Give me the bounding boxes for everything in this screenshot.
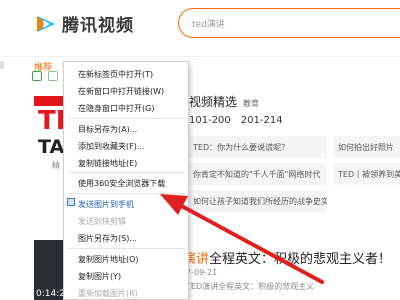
site-logo[interactable]: 腾讯视频 [34, 11, 134, 36]
menu-item-save-target[interactable]: 目标另存为(A)... [78, 124, 137, 135]
thumb-text: TE [38, 106, 64, 136]
menu-item-reload-image: 重新加载图片(R) [78, 289, 138, 298]
menu-item-copy-image[interactable]: 复制图片(Y) [78, 271, 121, 282]
thumb-caption: 精 [52, 161, 60, 170]
menu-separator [68, 118, 185, 119]
menu-separator [68, 193, 185, 194]
menu-item-send-to-clip: 发送到快剪辑 [78, 217, 126, 226]
context-menu: 在新标签页中打开(T) 在新窗口中打开链接(W) 在隐身窗口中打开(G) 目标另… [63, 61, 189, 300]
image-icon [67, 198, 75, 206]
thumb-text-2: TA [38, 136, 64, 158]
section-tag: 教育 [243, 99, 260, 108]
save-icon[interactable] [32, 71, 42, 81]
menu-item-open-new-tab[interactable]: 在新标签页中打开(T) [78, 69, 153, 80]
play-logo-icon [37, 15, 55, 32]
list-item[interactable]: 你肯定不知道的"千人千面"网络时代 [189, 163, 327, 185]
menu-item-save-image[interactable]: 图片另存为(S)... [78, 233, 137, 244]
search-value: ted演讲 [192, 20, 225, 30]
menu-item-add-favorite[interactable]: 添加到收藏夹(F)... [78, 141, 144, 152]
video-date: 7-09-21 [186, 268, 218, 277]
list-item[interactable]: TED丨被领养到美 [334, 163, 400, 185]
video-duration: 0:14:2 [36, 289, 65, 299]
video-thumbnail[interactable]: TE TA 精 [34, 96, 64, 178]
logo-text: 腾讯视频 [62, 16, 134, 36]
menu-item-360-download[interactable]: 使用360安全浏览器下载 [78, 178, 165, 189]
expand-icon[interactable] [48, 71, 58, 81]
menu-separator [68, 248, 185, 249]
menu-item-open-new-window[interactable]: 在新窗口中打开链接(W) [78, 86, 164, 97]
list-item[interactable]: 如何拍出好照片 [334, 136, 400, 158]
menu-item-open-incognito[interactable]: 在隐身窗口中打开(G) [78, 103, 154, 114]
menu-item-copy-image-address[interactable]: 复制图片地址(O) [78, 254, 139, 265]
divider [0, 56, 400, 57]
toolbar [32, 71, 58, 81]
menu-item-send-image-to-phone[interactable]: 发送图片到手机 [78, 199, 134, 210]
thumb-banner [34, 96, 64, 106]
menu-separator [68, 172, 185, 173]
video-desc: TED演讲全程英文：积极的悲观主义 [186, 282, 315, 291]
range-link[interactable]: 201-214 [241, 115, 283, 126]
list-item[interactable]: TED：你为什么要说谎呢？ [189, 136, 327, 158]
episode-ranges: 101-200 201-214 [189, 115, 283, 126]
list-item[interactable]: 如何让孩子知道我们所经历的战争史实的日本人 [189, 190, 327, 212]
range-link[interactable]: 101-200 [189, 115, 231, 126]
search-input[interactable]: ted演讲 [178, 8, 400, 38]
section-title: 视频精选 教育 [189, 95, 260, 109]
video-title[interactable]: 演讲全程英文：积极的悲观主义者！ [183, 248, 391, 267]
pin-icon [0, 61, 4, 69]
menu-item-copy-link[interactable]: 复制链接地址(E) [78, 158, 137, 169]
